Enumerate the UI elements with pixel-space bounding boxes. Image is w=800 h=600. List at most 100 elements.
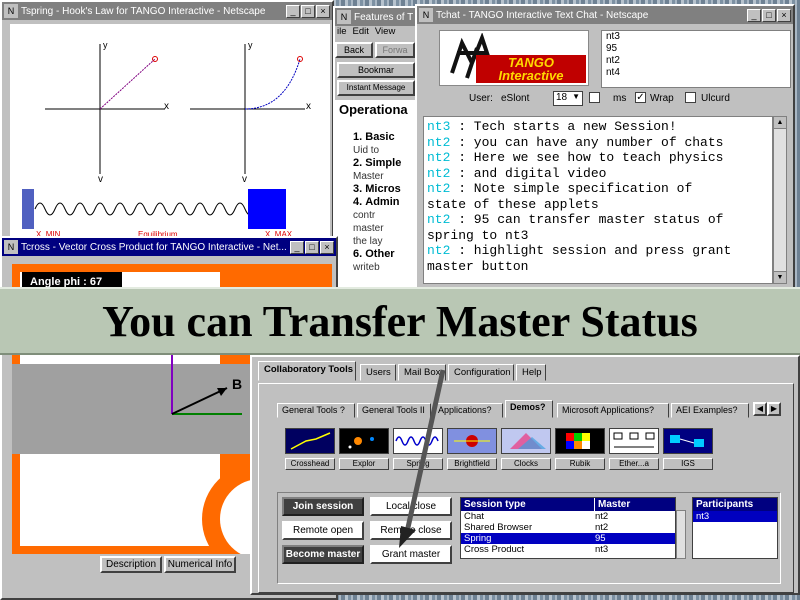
brightfield-label[interactable]: Brightfield (447, 458, 497, 470)
column-header-session-type[interactable]: Session type (461, 498, 595, 511)
collab-subtabbar: General Tools ? General Tools II Applica… (277, 400, 787, 420)
table-row[interactable]: Chat nt2 (461, 511, 675, 522)
close-button[interactable]: × (777, 8, 791, 22)
user-list-item[interactable]: nt2 (606, 55, 790, 67)
features-titlebar[interactable]: N Features of T... (335, 8, 415, 26)
spring-icon (395, 436, 439, 446)
minimize-button[interactable]: _ (747, 8, 761, 22)
user-list-item[interactable]: nt3 (606, 31, 790, 43)
axis-label-v2: v (242, 174, 247, 185)
tab-configuration[interactable]: Configuration (448, 364, 514, 381)
user-list-item[interactable]: 95 (606, 43, 790, 55)
instant-message-button[interactable]: Instant Message (337, 80, 415, 96)
subtab-applications[interactable]: Applications? (433, 403, 503, 418)
tchat-titlebar[interactable]: N Tchat - TANGO Interactive Text Chat - … (417, 6, 793, 24)
ms-checkbox[interactable] (589, 92, 600, 103)
clocks-label[interactable]: Clocks (501, 458, 551, 470)
table-row[interactable]: Shared Browser nt2 (461, 522, 675, 533)
brightfield-thumbnail[interactable] (447, 428, 497, 454)
rubik-label[interactable]: Rubik (555, 458, 605, 470)
wrap-checkbox[interactable]: ✓ (635, 92, 646, 103)
netscape-icon: N (4, 240, 18, 254)
explor-thumbnail[interactable] (339, 428, 389, 454)
demo-thumbnails: Crosshead Explor Spring Brightfield Cloc… (285, 428, 735, 474)
clocks-thumbnail[interactable] (501, 428, 551, 454)
ulcurd-checkbox[interactable] (685, 92, 696, 103)
subtab-demos[interactable]: Demos? (505, 400, 553, 418)
local-close-button[interactable]: Local close (370, 497, 452, 516)
participant-item[interactable]: nt3 (693, 511, 777, 522)
axis-label-v1: v (98, 174, 103, 185)
scroll-left-arrow-icon[interactable]: ◀ (753, 402, 767, 416)
column-header-master[interactable]: Master (595, 498, 675, 511)
crosshead-label[interactable]: Crosshead (285, 458, 335, 470)
description-button[interactable]: Description (100, 556, 162, 573)
tab-help[interactable]: Help (516, 364, 546, 381)
back-button[interactable]: Back (335, 42, 373, 58)
menu-edit[interactable]: Edit (353, 26, 369, 40)
font-size-select[interactable]: 18 ▼ (553, 91, 583, 106)
tab-users[interactable]: Users (360, 364, 396, 381)
participants-list[interactable]: Participants nt3 (692, 497, 778, 559)
grant-master-button[interactable]: Grant master (370, 545, 452, 564)
tcross-titlebar[interactable]: N Tcross - Vector Cross Product for TANG… (2, 238, 336, 256)
tab-collaboratory-tools[interactable]: Collaboratory Tools (258, 361, 356, 381)
tspring-titlebar[interactable]: N Tspring - Hook's Law for TANGO Interac… (2, 2, 332, 20)
session-table[interactable]: Session type Master Chat nt2 Shared Brows… (460, 497, 676, 559)
become-master-button[interactable]: Become master (282, 545, 364, 564)
chat-user-list[interactable]: nt3 95 nt2 nt4 (601, 30, 791, 88)
menu-file[interactable]: ile (337, 26, 347, 40)
banner-title: You can Transfer Master Status (102, 296, 698, 346)
chat-message: master button (427, 258, 529, 274)
tspring-plot (22, 44, 305, 229)
ethernet-label[interactable]: Ether...a (609, 458, 659, 470)
forward-button[interactable]: Forwa (375, 42, 415, 58)
igs-label[interactable]: IGS (663, 458, 713, 470)
maximize-button[interactable]: □ (762, 8, 776, 22)
scroll-down-arrow-icon[interactable]: ▼ (774, 271, 786, 283)
spring-label[interactable]: Spring (393, 458, 443, 470)
menu-view[interactable]: View (375, 26, 395, 40)
tcross-title: Tcross - Vector Cross Product for TANGO … (21, 241, 287, 253)
spring-thumbnail[interactable] (393, 428, 443, 454)
chat-scrollbar[interactable]: ▲ ▼ (773, 116, 787, 284)
scroll-right-arrow-icon[interactable]: ▶ (767, 402, 781, 416)
collab-panel: General Tools ? General Tools II Applica… (258, 383, 794, 593)
maximize-button[interactable]: □ (305, 240, 319, 254)
minimize-button[interactable]: _ (286, 4, 300, 18)
user-list-item[interactable]: nt4 (606, 67, 790, 79)
join-session-button[interactable]: Join session (282, 497, 364, 516)
features-item: 1. Basic Uid to 2. Simple Master 3. Micr… (353, 131, 402, 273)
chat-transcript[interactable]: nt3 : Tech starts a new Session! nt2 : y… (423, 116, 773, 284)
igs-thumbnail[interactable] (663, 428, 713, 454)
session-controls: Join session Local close Remote open Rem… (277, 492, 781, 584)
subtab-general-tools-ii[interactable]: General Tools II (357, 403, 431, 418)
crosshead-thumbnail[interactable] (285, 428, 335, 454)
rubik-thumbnail[interactable] (555, 428, 605, 454)
close-button[interactable]: × (316, 4, 330, 18)
table-row-selected[interactable]: Spring 95 (461, 533, 675, 544)
netscape-icon: N (419, 8, 433, 22)
features-content: Operationa 1. Basic Uid to 2. Simple Mas… (335, 100, 415, 294)
remote-close-button[interactable]: Remote close (370, 521, 452, 540)
subtab-aei-examples[interactable]: AEI Examples? (671, 403, 749, 418)
explor-label[interactable]: Explor (339, 458, 389, 470)
numerical-info-button[interactable]: Numerical Info (164, 556, 236, 573)
subtab-general-tools[interactable]: General Tools ? (277, 403, 355, 418)
tab-mail-box[interactable]: Mail Box (398, 364, 446, 381)
bookmarks-button[interactable]: Bookmar (337, 62, 415, 78)
chat-message: state of these applets (427, 196, 599, 212)
subtab-microsoft-applications[interactable]: Microsoft Applications? (557, 403, 669, 418)
session-table-scrollbar[interactable] (676, 510, 686, 559)
chat-message: nt2 : 95 can transfer master status of (427, 212, 724, 227)
ethernet-thumbnail[interactable] (609, 428, 659, 454)
minimize-button[interactable]: _ (290, 240, 304, 254)
scroll-up-arrow-icon[interactable]: ▲ (774, 117, 786, 129)
close-button[interactable]: × (320, 240, 334, 254)
maximize-button[interactable]: □ (301, 4, 315, 18)
remote-open-button[interactable]: Remote open (282, 521, 364, 540)
chat-message: nt2 : you can have any number of chats (427, 134, 724, 150)
igs-icon (670, 435, 704, 447)
table-row[interactable]: Cross Product nt3 (461, 544, 675, 555)
ms-checkbox-label: ms (613, 93, 627, 104)
